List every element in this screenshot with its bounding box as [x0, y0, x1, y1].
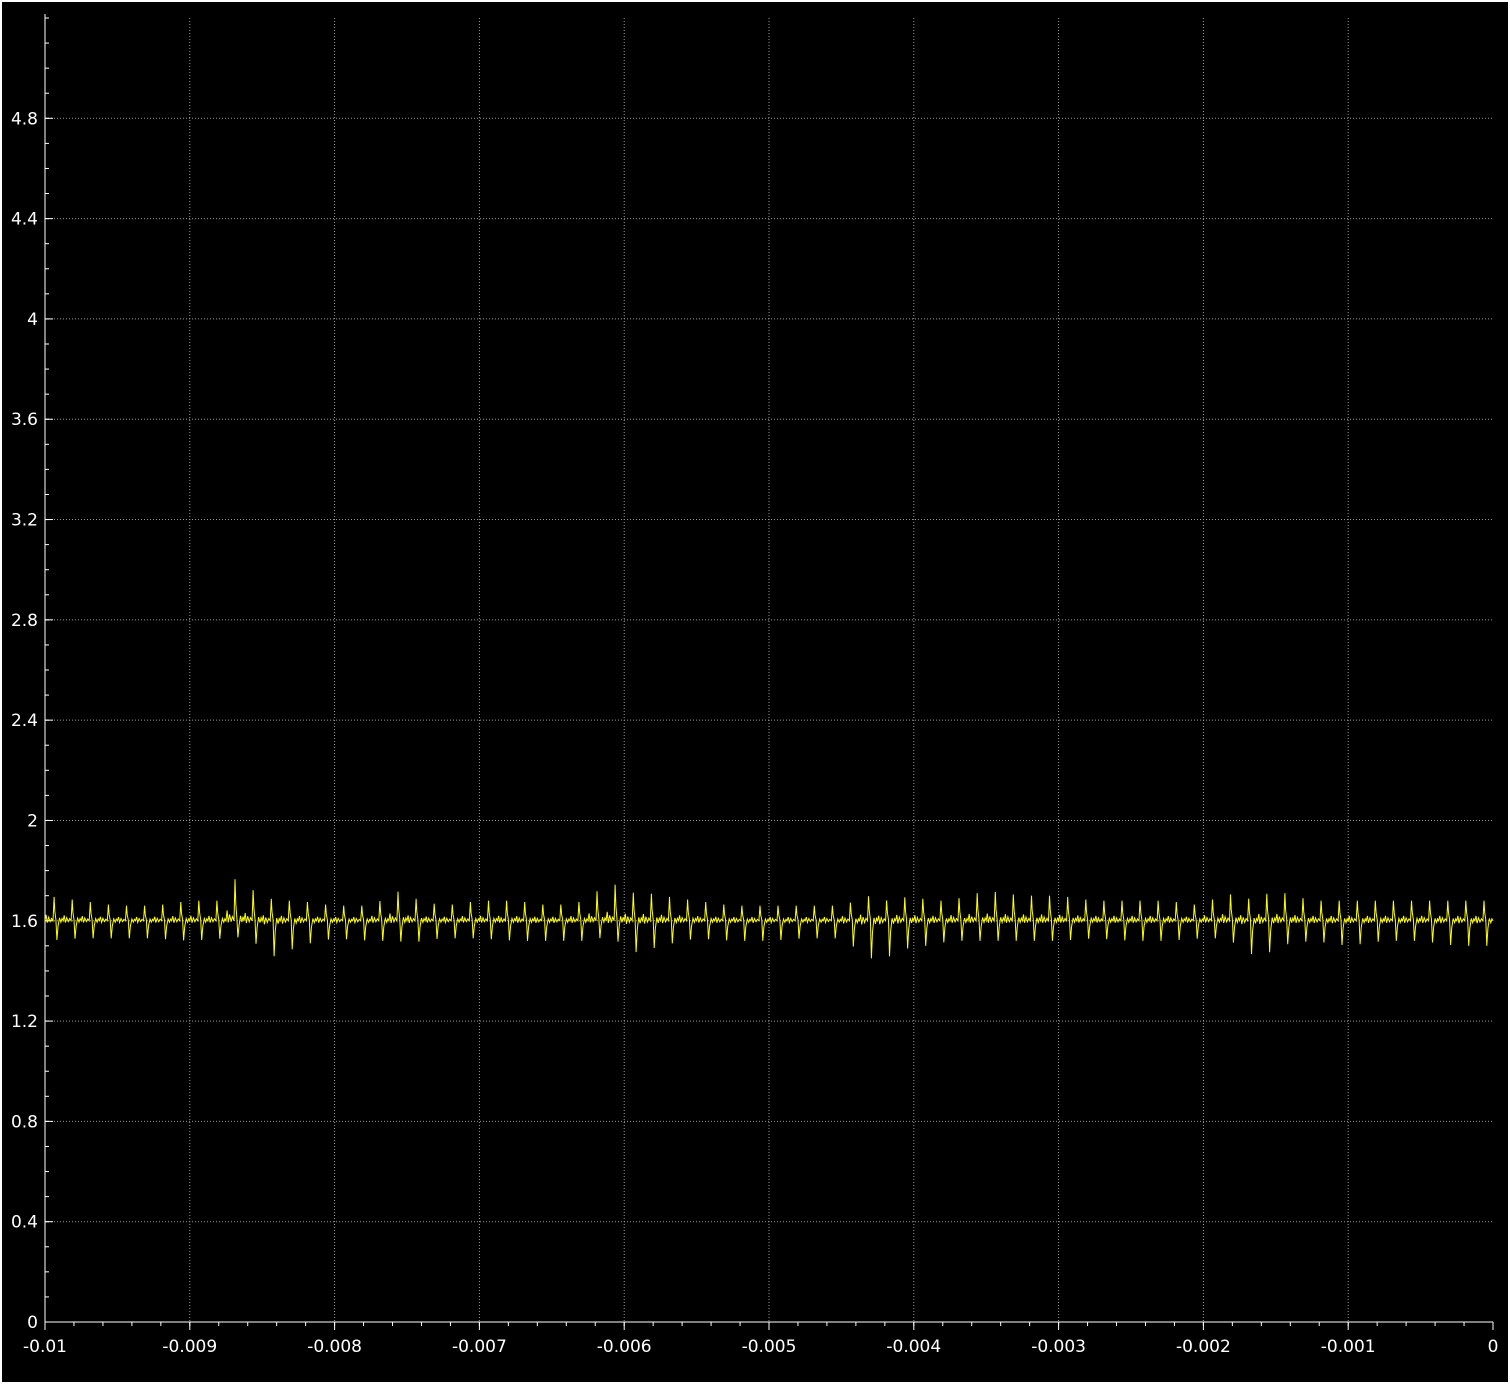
y-tick-label: 2 — [27, 811, 38, 831]
y-tick-label: 4.4 — [11, 210, 38, 230]
y-tick-label: 4.8 — [11, 109, 38, 129]
y-tick-label: 1.6 — [11, 912, 38, 932]
y-tick-label: 0.4 — [11, 1213, 38, 1233]
x-tick-label: -0.01 — [23, 1337, 67, 1357]
x-tick-label: -0.009 — [162, 1337, 217, 1357]
x-tick-label: -0.003 — [1031, 1337, 1086, 1357]
line-chart: -0.01 -0.009 -0.008 -0.007 -0.006 -0.005 -0.00… — [2, 2, 1508, 1382]
y-tick-label: 2.8 — [11, 611, 38, 631]
x-tick-label: -0.007 — [452, 1337, 507, 1357]
x-tick-label: -0.001 — [1321, 1337, 1376, 1357]
y-tick-label: 3.2 — [11, 511, 38, 531]
y-tick-label: 3.6 — [11, 410, 38, 430]
x-tick-label: -0.004 — [886, 1337, 941, 1357]
x-tick-label: -0.005 — [742, 1337, 797, 1357]
plot-frame: -0.01 -0.009 -0.008 -0.007 -0.006 -0.005 -0.00… — [0, 0, 1510, 1384]
x-tick-label: -0.008 — [307, 1337, 362, 1357]
x-tick-label: 0 — [1488, 1337, 1499, 1357]
x-tick-label: -0.002 — [1176, 1337, 1231, 1357]
y-tick-label: 2.4 — [11, 711, 38, 731]
y-tick-label: 4 — [27, 310, 38, 330]
plot-background — [2, 2, 1508, 1382]
y-tick-label: 0 — [27, 1313, 38, 1333]
y-tick-label: 1.2 — [11, 1012, 38, 1032]
y-tick-label: 0.8 — [11, 1112, 38, 1132]
x-tick-label: -0.006 — [597, 1337, 652, 1357]
